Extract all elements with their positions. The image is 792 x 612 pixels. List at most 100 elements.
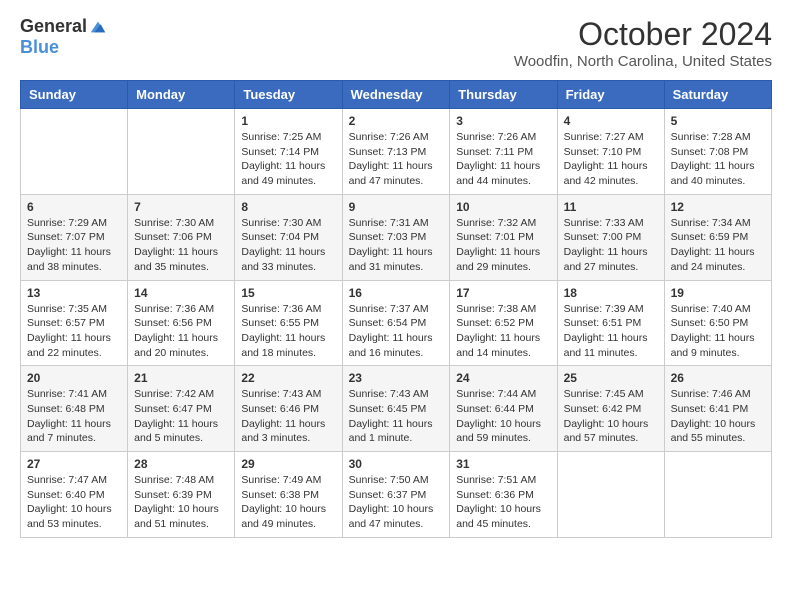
calendar-cell: 14 Sunrise: 7:36 AM Sunset: 6:56 PM Dayli… [128, 280, 235, 366]
day-number: 9 [349, 200, 444, 214]
cell-info: Sunrise: 7:42 AM Sunset: 6:47 PM Dayligh… [134, 387, 228, 446]
day-number: 16 [349, 286, 444, 300]
cell-info: Sunrise: 7:49 AM Sunset: 6:38 PM Dayligh… [241, 473, 335, 532]
calendar-cell: 8 Sunrise: 7:30 AM Sunset: 7:04 PM Daylig… [235, 194, 342, 280]
day-number: 6 [27, 200, 121, 214]
calendar-week-4: 20 Sunrise: 7:41 AM Sunset: 6:48 PM Dayli… [21, 366, 772, 452]
cell-info: Sunrise: 7:36 AM Sunset: 6:55 PM Dayligh… [241, 302, 335, 361]
calendar-cell: 6 Sunrise: 7:29 AM Sunset: 7:07 PM Daylig… [21, 194, 128, 280]
cell-info: Sunrise: 7:26 AM Sunset: 7:11 PM Dayligh… [456, 130, 550, 189]
calendar-header-row: Sunday Monday Tuesday Wednesday Thursday… [21, 81, 772, 109]
cell-info: Sunrise: 7:28 AM Sunset: 7:08 PM Dayligh… [671, 130, 765, 189]
calendar-cell: 23Sunrise: 7:43 AM Sunset: 6:45 PM Dayli… [342, 366, 450, 452]
cell-info: Sunrise: 7:35 AM Sunset: 6:57 PM Dayligh… [27, 302, 121, 361]
page-header: General Blue October 2024 Woodfin, North… [20, 16, 772, 70]
calendar-cell: 1 Sunrise: 7:25 AM Sunset: 7:14 PM Daylig… [235, 109, 342, 195]
logo-blue: Blue [20, 37, 59, 58]
cell-info: Sunrise: 7:27 AM Sunset: 7:10 PM Dayligh… [564, 130, 658, 189]
calendar-cell: 19Sunrise: 7:40 AM Sunset: 6:50 PM Dayli… [664, 280, 771, 366]
cell-info: Sunrise: 7:25 AM Sunset: 7:14 PM Dayligh… [241, 130, 335, 189]
cell-info: Sunrise: 7:39 AM Sunset: 6:51 PM Dayligh… [564, 302, 658, 361]
calendar-cell: 11 Sunrise: 7:33 AM Sunset: 7:00 PM Dayli… [557, 194, 664, 280]
col-monday: Monday [128, 81, 235, 109]
day-number: 15 [241, 286, 335, 300]
day-number: 1 [241, 114, 335, 128]
day-number: 25 [564, 371, 658, 385]
calendar: Sunday Monday Tuesday Wednesday Thursday… [20, 80, 772, 538]
calendar-cell: 29 Sunrise: 7:49 AM Sunset: 6:38 PM Dayli… [235, 452, 342, 538]
calendar-cell: 12 Sunrise: 7:34 AM Sunset: 6:59 PM Dayli… [664, 194, 771, 280]
cell-info: Sunrise: 7:47 AM Sunset: 6:40 PM Dayligh… [27, 473, 121, 532]
col-saturday: Saturday [664, 81, 771, 109]
calendar-cell: 13 Sunrise: 7:35 AM Sunset: 6:57 PM Dayli… [21, 280, 128, 366]
cell-info: Sunrise: 7:26 AM Sunset: 7:13 PM Dayligh… [349, 130, 444, 189]
logo-general: General [20, 16, 87, 37]
cell-info: Sunrise: 7:43 AM Sunset: 6:45 PM Dayligh… [349, 387, 444, 446]
cell-info: Sunrise: 7:36 AM Sunset: 6:56 PM Dayligh… [134, 302, 228, 361]
calendar-cell: 3 Sunrise: 7:26 AM Sunset: 7:11 PM Daylig… [450, 109, 557, 195]
cell-info: Sunrise: 7:48 AM Sunset: 6:39 PM Dayligh… [134, 473, 228, 532]
day-number: 29 [241, 457, 335, 471]
calendar-cell: 30 Sunrise: 7:50 AM Sunset: 6:37 PM Dayli… [342, 452, 450, 538]
calendar-cell [128, 109, 235, 195]
day-number: 20 [27, 371, 121, 385]
calendar-cell: 20 Sunrise: 7:41 AM Sunset: 6:48 PM Dayli… [21, 366, 128, 452]
logo: General Blue [20, 16, 107, 58]
calendar-cell: 21Sunrise: 7:42 AM Sunset: 6:47 PM Dayli… [128, 366, 235, 452]
cell-info: Sunrise: 7:51 AM Sunset: 6:36 PM Dayligh… [456, 473, 550, 532]
day-number: 22 [241, 371, 335, 385]
cell-info: Sunrise: 7:32 AM Sunset: 7:01 PM Dayligh… [456, 216, 550, 275]
cell-info: Sunrise: 7:33 AM Sunset: 7:00 PM Dayligh… [564, 216, 658, 275]
calendar-cell: 28 Sunrise: 7:48 AM Sunset: 6:39 PM Dayli… [128, 452, 235, 538]
calendar-cell: 22Sunrise: 7:43 AM Sunset: 6:46 PM Dayli… [235, 366, 342, 452]
col-tuesday: Tuesday [235, 81, 342, 109]
calendar-cell: 18 Sunrise: 7:39 AM Sunset: 6:51 PM Dayli… [557, 280, 664, 366]
cell-info: Sunrise: 7:46 AM Sunset: 6:41 PM Dayligh… [671, 387, 765, 446]
day-number: 5 [671, 114, 765, 128]
calendar-cell: 25 Sunrise: 7:45 AM Sunset: 6:42 PM Dayli… [557, 366, 664, 452]
cell-info: Sunrise: 7:30 AM Sunset: 7:04 PM Dayligh… [241, 216, 335, 275]
calendar-week-5: 27 Sunrise: 7:47 AM Sunset: 6:40 PM Dayli… [21, 452, 772, 538]
day-number: 4 [564, 114, 658, 128]
calendar-cell: 16Sunrise: 7:37 AM Sunset: 6:54 PM Dayli… [342, 280, 450, 366]
cell-info: Sunrise: 7:29 AM Sunset: 7:07 PM Dayligh… [27, 216, 121, 275]
cell-info: Sunrise: 7:50 AM Sunset: 6:37 PM Dayligh… [349, 473, 444, 532]
calendar-cell: 26 Sunrise: 7:46 AM Sunset: 6:41 PM Dayli… [664, 366, 771, 452]
title-block: October 2024 Woodfin, North Carolina, Un… [514, 16, 772, 70]
cell-info: Sunrise: 7:38 AM Sunset: 6:52 PM Dayligh… [456, 302, 550, 361]
cell-info: Sunrise: 7:34 AM Sunset: 6:59 PM Dayligh… [671, 216, 765, 275]
day-number: 26 [671, 371, 765, 385]
day-number: 18 [564, 286, 658, 300]
month-title: October 2024 [514, 16, 772, 53]
calendar-week-1: 1 Sunrise: 7:25 AM Sunset: 7:14 PM Daylig… [21, 109, 772, 195]
calendar-cell: 24 Sunrise: 7:44 AM Sunset: 6:44 PM Dayli… [450, 366, 557, 452]
calendar-cell: 5 Sunrise: 7:28 AM Sunset: 7:08 PM Daylig… [664, 109, 771, 195]
cell-info: Sunrise: 7:45 AM Sunset: 6:42 PM Dayligh… [564, 387, 658, 446]
day-number: 17 [456, 286, 550, 300]
calendar-week-2: 6 Sunrise: 7:29 AM Sunset: 7:07 PM Daylig… [21, 194, 772, 280]
day-number: 7 [134, 200, 228, 214]
cell-info: Sunrise: 7:41 AM Sunset: 6:48 PM Dayligh… [27, 387, 121, 446]
calendar-cell [21, 109, 128, 195]
day-number: 30 [349, 457, 444, 471]
calendar-cell: 31Sunrise: 7:51 AM Sunset: 6:36 PM Dayli… [450, 452, 557, 538]
calendar-cell: 9Sunrise: 7:31 AM Sunset: 7:03 PM Daylig… [342, 194, 450, 280]
day-number: 14 [134, 286, 228, 300]
day-number: 13 [27, 286, 121, 300]
day-number: 12 [671, 200, 765, 214]
cell-info: Sunrise: 7:44 AM Sunset: 6:44 PM Dayligh… [456, 387, 550, 446]
cell-info: Sunrise: 7:40 AM Sunset: 6:50 PM Dayligh… [671, 302, 765, 361]
day-number: 3 [456, 114, 550, 128]
day-number: 8 [241, 200, 335, 214]
day-number: 28 [134, 457, 228, 471]
col-wednesday: Wednesday [342, 81, 450, 109]
col-thursday: Thursday [450, 81, 557, 109]
calendar-cell: 10Sunrise: 7:32 AM Sunset: 7:01 PM Dayli… [450, 194, 557, 280]
day-number: 11 [564, 200, 658, 214]
logo-icon [89, 18, 107, 36]
calendar-cell: 4 Sunrise: 7:27 AM Sunset: 7:10 PM Daylig… [557, 109, 664, 195]
calendar-cell [664, 452, 771, 538]
calendar-cell: 7Sunrise: 7:30 AM Sunset: 7:06 PM Daylig… [128, 194, 235, 280]
day-number: 27 [27, 457, 121, 471]
day-number: 24 [456, 371, 550, 385]
